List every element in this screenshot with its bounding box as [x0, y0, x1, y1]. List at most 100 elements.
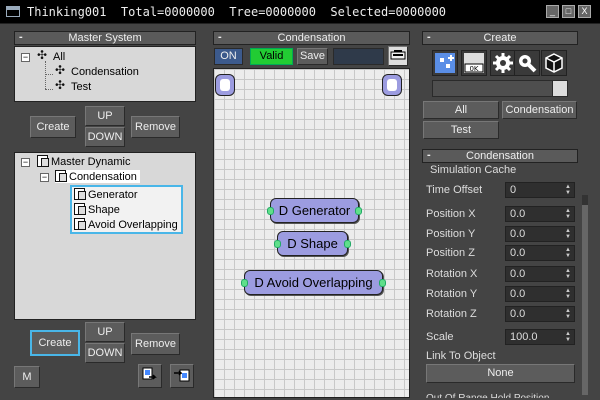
export-icon[interactable] [138, 364, 162, 388]
graph-output-node[interactable] [382, 74, 402, 96]
tree-connector [45, 89, 53, 90]
spinner-arrows-icon[interactable]: ▲ ▼ [564, 228, 572, 240]
expand-toggle[interactable]: − [21, 53, 30, 62]
tree-item-generator[interactable]: Generator [74, 188, 138, 201]
output-port[interactable] [379, 279, 386, 287]
spinner-arrows-icon[interactable]: ▲ ▼ [564, 208, 572, 220]
master-dynamic-tree[interactable]: − − Master Dynamic Condensation Generato… [14, 152, 196, 320]
on-toggle-button[interactable]: ON [214, 48, 243, 65]
master-dynamic-down-button[interactable]: DOWN [85, 343, 125, 363]
rotation-y-spinner[interactable]: 0.0 ▲ ▼ [505, 286, 575, 302]
tree-item-condensation[interactable]: Condensation [55, 170, 140, 183]
spinner-arrows-icon[interactable]: ▲ ▼ [564, 268, 572, 280]
graph-node-shape[interactable]: D Shape [274, 231, 351, 256]
collapse-toggle[interactable]: - [218, 31, 222, 43]
filter-all-button[interactable]: All [423, 101, 499, 119]
node-graph-canvas[interactable]: D Generator D Shape D Avoid Overlapping [213, 68, 410, 398]
input-port[interactable] [267, 207, 274, 215]
master-system-create-button[interactable]: Create [30, 116, 76, 138]
document-icon [74, 203, 86, 215]
condensation-panel-title: Condensation [466, 150, 534, 162]
cube-icon[interactable] [541, 50, 567, 76]
graph-name-field[interactable] [333, 48, 384, 65]
filter-condensation-button[interactable]: Condensation [502, 101, 577, 119]
tree-item-label: Test [71, 81, 92, 93]
right-panel-scrollbar[interactable] [582, 195, 588, 395]
graph-input-node[interactable] [215, 74, 235, 96]
keyboard-icon[interactable] [388, 46, 408, 66]
spinner-arrows-icon[interactable]: ▲ ▼ [564, 247, 572, 259]
document-icon [74, 218, 86, 230]
create-panel-header[interactable]: - Create [422, 31, 578, 45]
tree-item-test[interactable]: Test [55, 78, 92, 93]
add-node-icon[interactable] [432, 50, 458, 76]
window-title: Thinking001 Total=0000000 Tree=0000000 S… [27, 5, 447, 19]
m-button[interactable]: M [14, 366, 40, 388]
scrollbar-thumb[interactable] [582, 205, 588, 395]
field-label: Rotation X [426, 268, 478, 280]
tree-item-shape[interactable]: Shape [74, 203, 120, 216]
graph-node-label: D Generator [278, 203, 351, 218]
input-port[interactable] [274, 240, 281, 248]
collapse-toggle[interactable]: - [19, 31, 23, 43]
expand-toggle[interactable]: − [21, 158, 30, 167]
collapse-toggle[interactable]: - [427, 31, 431, 43]
condensation-panel-header[interactable]: - Condensation [422, 149, 578, 163]
expand-toggle[interactable]: − [40, 173, 49, 182]
tree-item-avoid-overlapping[interactable]: Avoid Overlapping [74, 218, 178, 231]
gear-icon[interactable] [490, 50, 516, 76]
scale-spinner[interactable]: 100.0 ▲ ▼ [505, 329, 575, 345]
master-dynamic-remove-button[interactable]: Remove [131, 333, 180, 355]
graph-node-generator[interactable]: D Generator [267, 198, 362, 223]
master-system-header[interactable]: - Master System [14, 31, 196, 45]
collapse-toggle[interactable]: - [427, 149, 431, 161]
document-icon [74, 188, 86, 200]
add-counter-icon[interactable]: 0K [461, 50, 487, 76]
spinner-arrows-icon[interactable]: ▲ ▼ [564, 184, 572, 196]
maximize-button[interactable]: □ [562, 5, 575, 18]
master-dynamic-up-button[interactable]: UP [85, 322, 125, 342]
tree-item-master-dynamic[interactable]: Master Dynamic [37, 155, 130, 168]
spinner-value: 0 [510, 184, 517, 196]
wrench-icon[interactable] [514, 50, 540, 76]
field-label: Time Offset [426, 184, 483, 196]
close-button[interactable]: X [578, 5, 591, 18]
spinner-value: 0.0 [510, 208, 526, 220]
tree-item-label: Generator [88, 189, 138, 201]
position-x-spinner[interactable]: 0.0 ▲ ▼ [505, 206, 575, 222]
valid-status-button[interactable]: Valid [250, 48, 293, 65]
position-z-spinner[interactable]: 0.0 ▲ ▼ [505, 245, 575, 261]
time-offset-spinner[interactable]: 0 ▲ ▼ [505, 182, 575, 198]
filter-test-button[interactable]: Test [423, 121, 499, 139]
tree-item-condensation[interactable]: Condensation [55, 63, 139, 78]
tree-item-all[interactable]: All [37, 48, 65, 63]
link-object-picker-button[interactable]: None [426, 364, 575, 383]
tree-item-label: Condensation [69, 171, 137, 183]
output-port[interactable] [344, 240, 351, 248]
color-swatch[interactable] [552, 80, 568, 97]
import-icon[interactable] [170, 364, 194, 388]
spinner-value: 0.0 [510, 308, 526, 320]
graph-node-avoid-overlapping[interactable]: D Avoid Overlapping [241, 270, 386, 295]
title-bar: Thinking001 Total=0000000 Tree=0000000 S… [0, 0, 600, 24]
master-system-remove-button[interactable]: Remove [131, 116, 180, 138]
spinner-arrows-icon[interactable]: ▲ ▼ [564, 288, 572, 300]
input-port[interactable] [241, 279, 248, 287]
master-system-tree[interactable]: − All Condensation Test [14, 46, 196, 102]
graph-panel-header[interactable]: - Condensation [213, 31, 410, 45]
master-system-up-button[interactable]: UP [85, 106, 125, 126]
master-dynamic-create-button[interactable]: Create [30, 330, 80, 356]
save-button[interactable]: Save [297, 48, 328, 65]
create-name-field[interactable] [432, 80, 568, 97]
minimize-button[interactable]: _ [546, 5, 559, 18]
spinner-arrows-icon[interactable]: ▲ ▼ [564, 308, 572, 320]
spinner-value: 0.0 [510, 228, 526, 240]
position-y-spinner[interactable]: 0.0 ▲ ▼ [505, 226, 575, 242]
master-system-down-button[interactable]: DOWN [85, 127, 125, 147]
field-label: Scale [426, 331, 454, 343]
spinner-arrows-icon[interactable]: ▲ ▼ [564, 331, 572, 343]
window-icon [6, 6, 20, 17]
rotation-z-spinner[interactable]: 0.0 ▲ ▼ [505, 306, 575, 322]
rotation-x-spinner[interactable]: 0.0 ▲ ▼ [505, 266, 575, 282]
output-port[interactable] [355, 207, 362, 215]
